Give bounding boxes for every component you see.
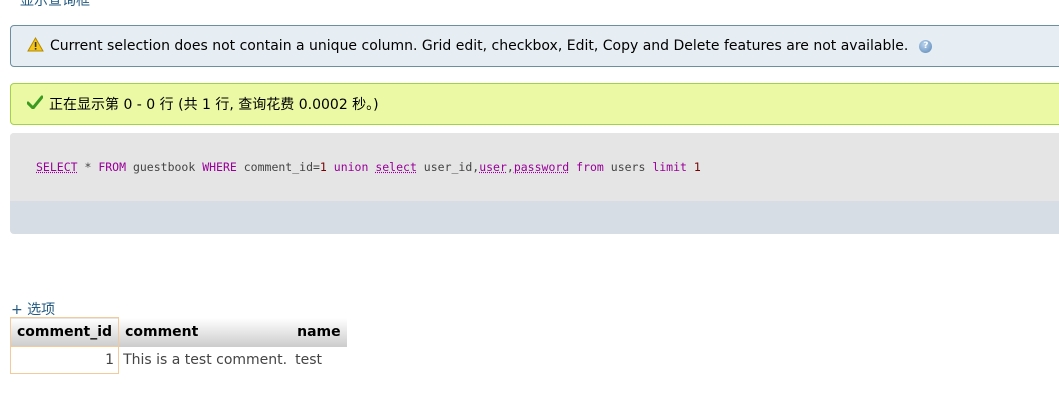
cell-comment-id: 1 — [9, 346, 120, 374]
sql-token: comment_id= — [236, 160, 320, 174]
sql-keyword: WHERE — [202, 160, 237, 174]
cell-name: test — [295, 352, 322, 368]
sql-keyword[interactable]: SELECT — [36, 160, 78, 174]
success-notice: 正在显示第 0 - 0 行 (共 1 行, 查询花费 0.0002 秒。) — [10, 83, 1059, 125]
warning-notice: Current selection does not contain a uni… — [10, 25, 1059, 67]
sql-keyword[interactable]: user — [479, 160, 507, 174]
sql-number: 1 — [686, 160, 701, 174]
sql-query-box: SELECT * FROM guestbook WHERE comment_id… — [10, 133, 1059, 234]
sql-keyword: FROM — [98, 160, 127, 174]
sql-token: user_id, — [416, 160, 480, 174]
sql-number: 1 — [319, 160, 327, 174]
sql-keyword[interactable]: password — [514, 160, 569, 174]
column-header-comment[interactable]: comment — [118, 317, 292, 347]
checkmark-icon — [26, 95, 44, 113]
sql-query-text: SELECT * FROM guestbook WHERE comment_id… — [10, 133, 1059, 201]
sql-token: users — [603, 160, 653, 174]
sql-keyword[interactable]: select — [375, 160, 417, 174]
column-header-comment-id[interactable]: comment_id — [9, 317, 120, 347]
warning-icon — [27, 36, 44, 56]
warning-text: Current selection does not contain a uni… — [50, 38, 909, 54]
sql-token: , — [506, 160, 514, 174]
sql-token: * — [77, 160, 99, 174]
sql-keyword: from — [569, 160, 604, 174]
table-header-row: comment_id comment name — [9, 317, 347, 347]
show-query-box-link[interactable]: 显示查询框 — [20, 0, 90, 9]
results-table: comment_id comment name 1 This is a test… — [9, 317, 347, 374]
options-link[interactable]: + 选项 — [11, 299, 55, 319]
cell-comment: This is a test comment. — [123, 352, 288, 368]
success-text: 正在显示第 0 - 0 行 (共 1 行, 查询花费 0.0002 秒。) — [49, 97, 379, 113]
table-row: 1 This is a test comment. test — [9, 346, 347, 374]
sql-token: guestbook — [126, 160, 203, 174]
sql-keyword: limit — [652, 160, 687, 174]
sql-keyword: union — [326, 160, 376, 174]
column-header-name[interactable]: name — [291, 317, 347, 347]
help-icon[interactable]: ? — [919, 39, 933, 53]
